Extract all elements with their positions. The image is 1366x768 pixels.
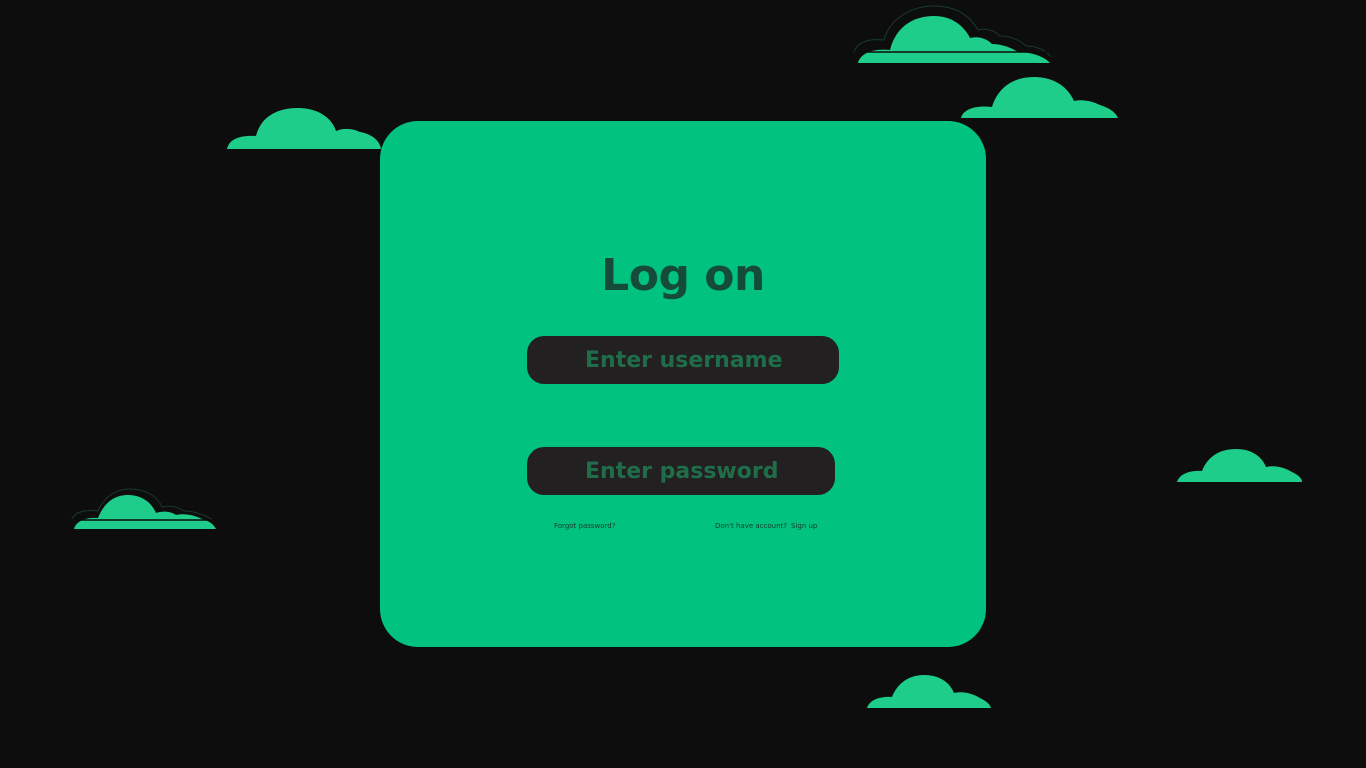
- cloud-icon: [867, 675, 991, 708]
- cloud-icon: [71, 488, 216, 529]
- cloud-icon: [853, 5, 1051, 63]
- login-card: [380, 121, 986, 647]
- login-screen: Log on Forgot password? Don't have accou…: [0, 0, 1366, 768]
- no-account-text: Don't have account?: [715, 522, 788, 530]
- sign-up-link[interactable]: Sign up: [791, 521, 817, 531]
- forgot-password-link[interactable]: Forgot password?: [554, 521, 615, 531]
- username-input[interactable]: [527, 336, 839, 384]
- cloud-icon: [1177, 449, 1302, 482]
- page-title: Log on: [601, 250, 765, 301]
- cloud-icon: [961, 77, 1118, 118]
- password-input[interactable]: [527, 447, 835, 495]
- cloud-icon: [227, 108, 381, 149]
